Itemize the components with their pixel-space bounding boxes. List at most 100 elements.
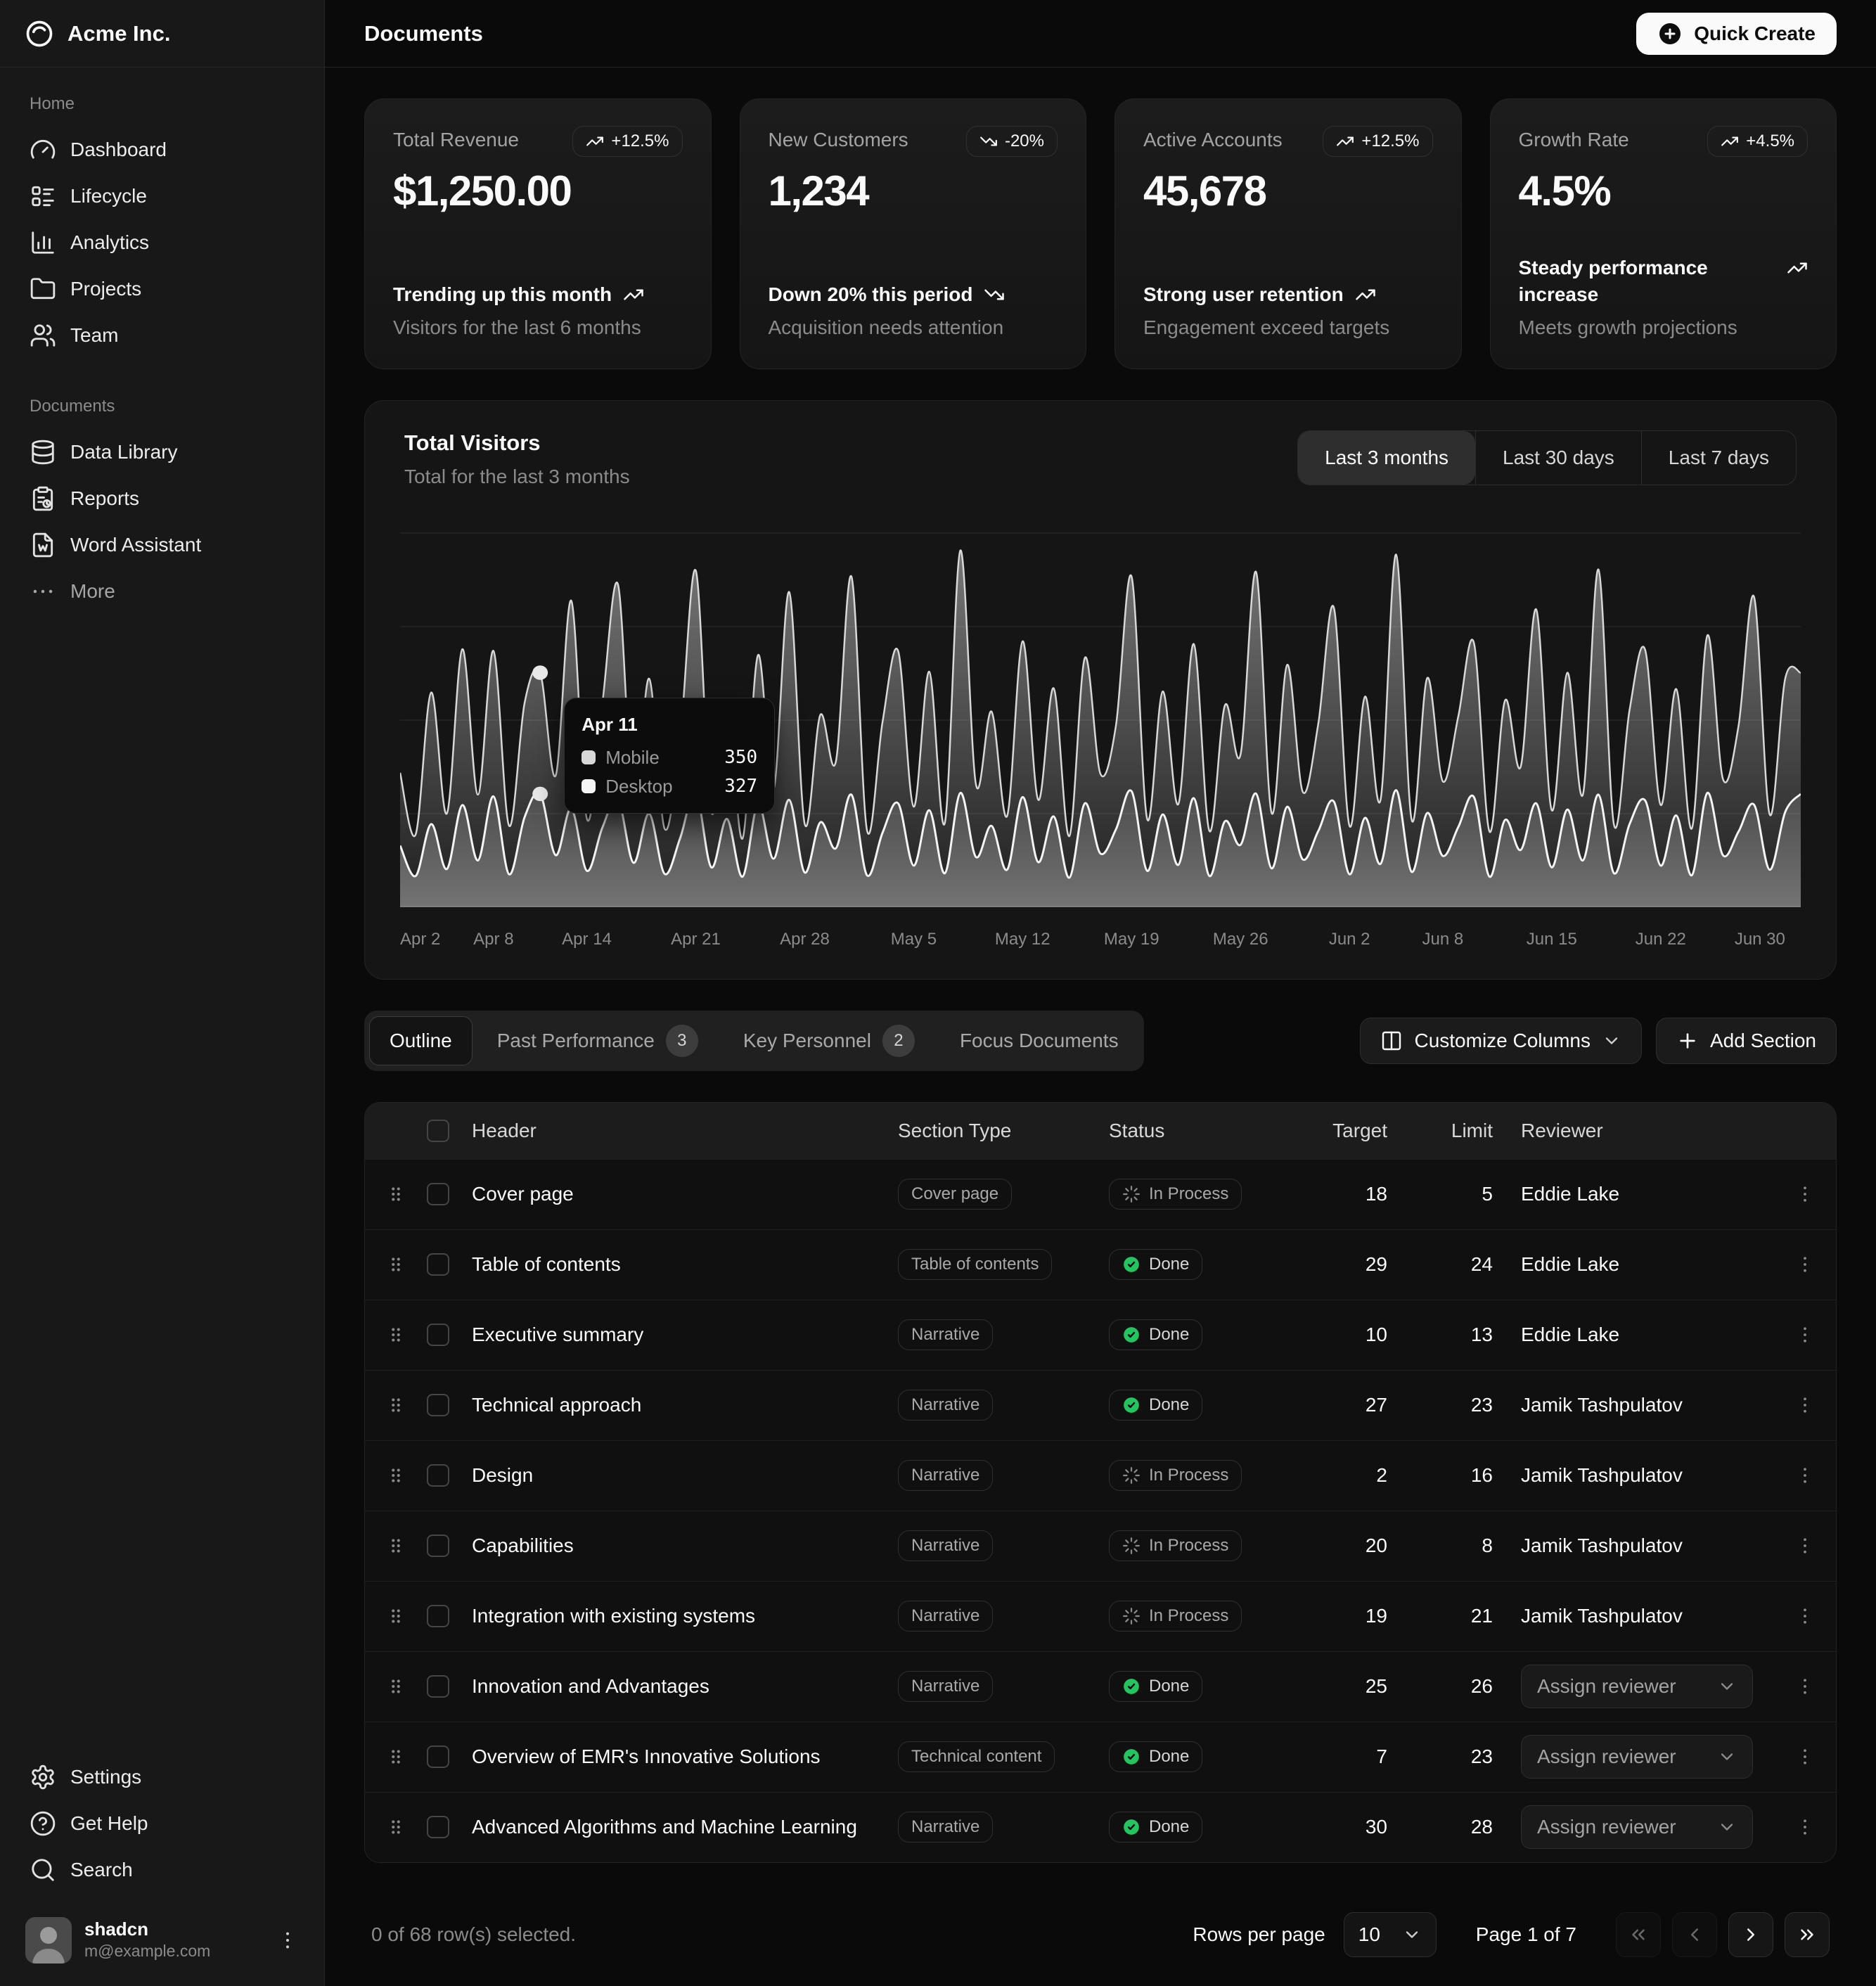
sidebar-item-dashboard[interactable]: Dashboard — [17, 127, 307, 173]
row-checkbox[interactable] — [427, 1816, 449, 1838]
assign-reviewer-select[interactable]: Assign reviewer — [1521, 1735, 1753, 1779]
row-checkbox[interactable] — [427, 1605, 449, 1627]
sidebar-item-analytics[interactable]: Analytics — [17, 219, 307, 266]
select-all-checkbox[interactable] — [427, 1120, 449, 1142]
last-page-button[interactable] — [1785, 1912, 1830, 1957]
sidebar-item-data-library[interactable]: Data Library — [17, 429, 307, 475]
target-cell[interactable]: 7 — [1303, 1745, 1387, 1768]
row-menu-button[interactable] — [1794, 1746, 1816, 1767]
limit-cell[interactable]: 21 — [1387, 1605, 1493, 1627]
drag-handle-icon[interactable] — [385, 1817, 406, 1838]
drag-handle-icon[interactable] — [385, 1184, 406, 1205]
limit-cell[interactable]: 26 — [1387, 1675, 1493, 1698]
target-cell[interactable]: 30 — [1303, 1816, 1387, 1838]
drag-handle-icon[interactable] — [385, 1254, 406, 1275]
row-checkbox[interactable] — [427, 1535, 449, 1557]
row-menu-button[interactable] — [1794, 1254, 1816, 1275]
row-menu-button[interactable] — [1794, 1535, 1816, 1556]
row-checkbox[interactable] — [427, 1745, 449, 1768]
drag-handle-icon[interactable] — [385, 1606, 406, 1627]
target-cell[interactable]: 18 — [1303, 1183, 1387, 1205]
user-menu[interactable]: shadcn m@example.com — [17, 1910, 307, 1971]
workspace-switcher[interactable]: Acme Inc. — [24, 18, 170, 49]
target-cell[interactable]: 2 — [1303, 1464, 1387, 1487]
row-menu-button[interactable] — [1794, 1676, 1816, 1697]
tab-past-performance[interactable]: Past Performance 3 — [477, 1016, 719, 1065]
column-section-type: Section Type — [898, 1120, 1109, 1142]
tab-outline[interactable]: Outline — [369, 1016, 473, 1065]
check-circle-icon — [1122, 1255, 1141, 1274]
sidebar-item-lifecycle[interactable]: Lifecycle — [17, 173, 307, 219]
tooltip-date: Apr 11 — [582, 714, 757, 736]
row-header-cell[interactable]: Integration with existing systems — [472, 1605, 898, 1627]
drag-handle-icon[interactable] — [385, 1676, 406, 1697]
drag-handle-icon[interactable] — [385, 1535, 406, 1556]
next-page-button[interactable] — [1728, 1912, 1773, 1957]
sidebar-item-word-assistant[interactable]: Word Assistant — [17, 522, 307, 568]
sidebar-item-team[interactable]: Team — [17, 312, 307, 359]
limit-cell[interactable]: 5 — [1387, 1183, 1493, 1205]
row-header-cell[interactable]: Table of contents — [472, 1253, 898, 1276]
sidebar-item-reports[interactable]: Reports — [17, 475, 307, 522]
prev-page-button[interactable] — [1672, 1912, 1717, 1957]
target-cell[interactable]: 10 — [1303, 1324, 1387, 1346]
limit-cell[interactable]: 24 — [1387, 1253, 1493, 1276]
row-checkbox[interactable] — [427, 1183, 449, 1205]
tab-focus-documents[interactable]: Focus Documents — [939, 1016, 1139, 1065]
settings-icon — [30, 1764, 56, 1790]
clipboard-list-icon — [30, 485, 56, 512]
target-cell[interactable]: 29 — [1303, 1253, 1387, 1276]
limit-cell[interactable]: 23 — [1387, 1745, 1493, 1768]
drag-handle-icon[interactable] — [385, 1746, 406, 1767]
range-tab-last-30-days[interactable]: Last 30 days — [1475, 431, 1641, 485]
row-header-cell[interactable]: Capabilities — [472, 1535, 898, 1557]
target-cell[interactable]: 20 — [1303, 1535, 1387, 1557]
sidebar-item-search[interactable]: Search — [17, 1847, 307, 1893]
row-header-cell[interactable]: Design — [472, 1464, 898, 1487]
row-checkbox[interactable] — [427, 1253, 449, 1276]
tab-key-personnel[interactable]: Key Personnel 2 — [723, 1016, 935, 1065]
drag-handle-icon[interactable] — [385, 1395, 406, 1416]
row-header-cell[interactable]: Executive summary — [472, 1324, 898, 1346]
sidebar-item-settings[interactable]: Settings — [17, 1754, 307, 1800]
drag-handle-icon[interactable] — [385, 1465, 406, 1486]
assign-reviewer-select[interactable]: Assign reviewer — [1521, 1805, 1753, 1849]
target-cell[interactable]: 19 — [1303, 1605, 1387, 1627]
range-tab-last-3-months[interactable]: Last 3 months — [1298, 431, 1475, 485]
row-menu-button[interactable] — [1794, 1184, 1816, 1205]
add-section-button[interactable]: Add Section — [1656, 1018, 1837, 1064]
range-tab-last-7-days[interactable]: Last 7 days — [1641, 431, 1796, 485]
row-header-cell[interactable]: Advanced Algorithms and Machine Learning — [472, 1816, 898, 1838]
limit-cell[interactable]: 13 — [1387, 1324, 1493, 1346]
customize-columns-button[interactable]: Customize Columns — [1360, 1018, 1642, 1064]
assign-reviewer-select[interactable]: Assign reviewer — [1521, 1665, 1753, 1708]
limit-cell[interactable]: 28 — [1387, 1816, 1493, 1838]
row-menu-button[interactable] — [1794, 1395, 1816, 1416]
target-cell[interactable]: 25 — [1303, 1675, 1387, 1698]
row-checkbox[interactable] — [427, 1675, 449, 1698]
row-checkbox[interactable] — [427, 1324, 449, 1346]
row-checkbox[interactable] — [427, 1394, 449, 1416]
limit-cell[interactable]: 8 — [1387, 1535, 1493, 1557]
row-header-cell[interactable]: Cover page — [472, 1183, 898, 1205]
sidebar-item-more[interactable]: More — [17, 568, 307, 615]
first-page-button[interactable] — [1616, 1912, 1661, 1957]
limit-cell[interactable]: 23 — [1387, 1394, 1493, 1416]
limit-cell[interactable]: 16 — [1387, 1464, 1493, 1487]
rows-per-page-select[interactable]: 10 — [1344, 1912, 1437, 1957]
quick-create-button[interactable]: Quick Create — [1636, 13, 1837, 55]
row-menu-button[interactable] — [1794, 1817, 1816, 1838]
row-header-cell[interactable]: Overview of EMR's Innovative Solutions — [472, 1745, 898, 1768]
table-row: Innovation and Advantages Narrative Done… — [365, 1651, 1836, 1722]
sidebar-item-projects[interactable]: Projects — [17, 266, 307, 312]
area-chart[interactable]: Apr 11 Mobile 350 Desktop 327 — [400, 513, 1801, 907]
drag-handle-icon[interactable] — [385, 1324, 406, 1345]
sidebar-item-get-help[interactable]: Get Help — [17, 1800, 307, 1847]
row-menu-button[interactable] — [1794, 1606, 1816, 1627]
row-menu-button[interactable] — [1794, 1465, 1816, 1486]
row-menu-button[interactable] — [1794, 1324, 1816, 1345]
row-checkbox[interactable] — [427, 1464, 449, 1487]
target-cell[interactable]: 27 — [1303, 1394, 1387, 1416]
row-header-cell[interactable]: Innovation and Advantages — [472, 1675, 898, 1698]
row-header-cell[interactable]: Technical approach — [472, 1394, 898, 1416]
